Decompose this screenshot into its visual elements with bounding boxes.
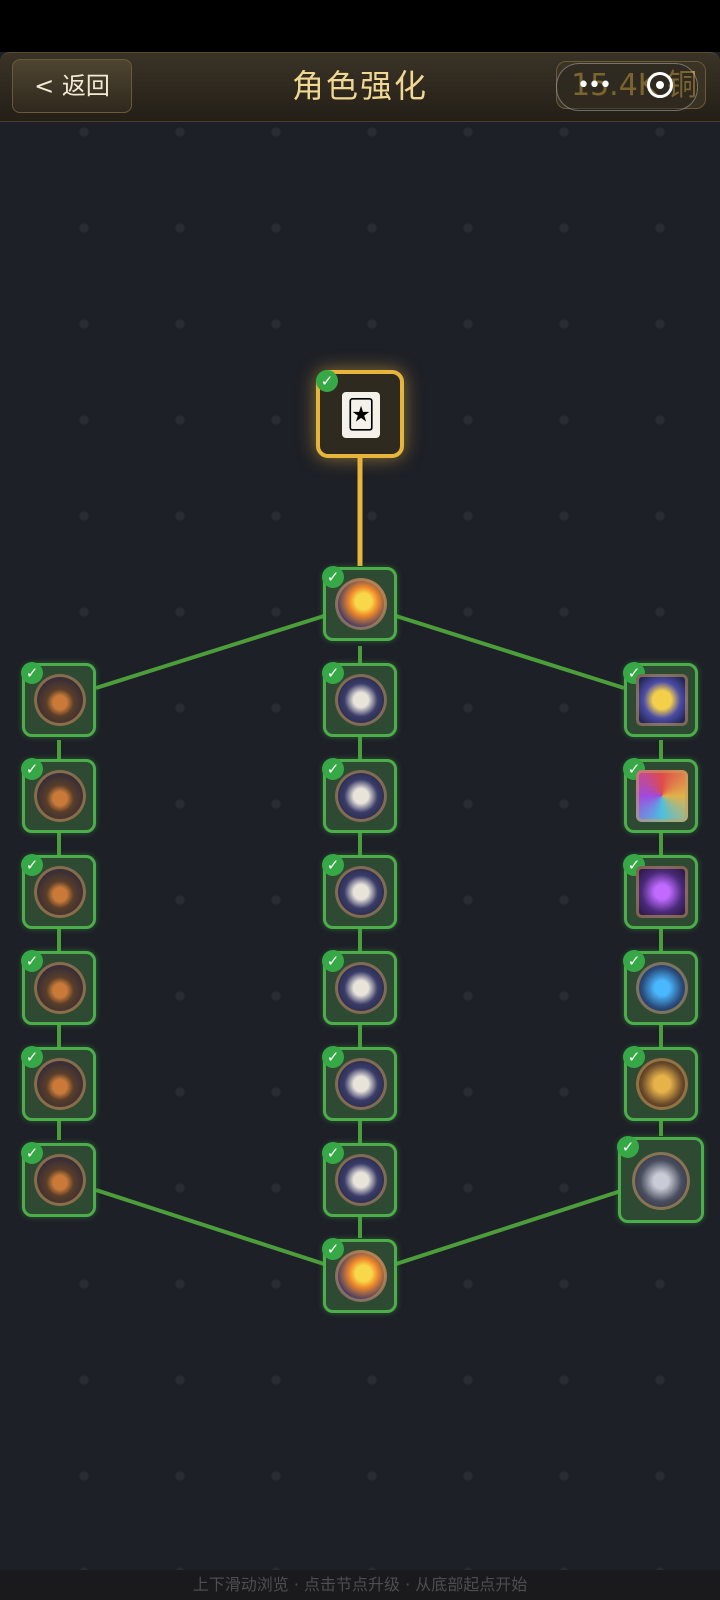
right-node-3[interactable]: ✓ (623, 854, 698, 929)
link-top-right (395, 614, 625, 690)
right-node-5[interactable]: ✓ (623, 1046, 698, 1121)
completed-check-icon: ✓ (316, 370, 338, 392)
completed-check-icon: ✓ (21, 950, 43, 972)
root-node[interactable]: ✓ 🃏 (316, 370, 404, 458)
bone-icon (335, 770, 387, 822)
bone-icon (335, 866, 387, 918)
top-hub-node[interactable]: ✓ (322, 566, 397, 641)
left-node-4[interactable]: ✓ (21, 950, 96, 1025)
middle-node-2[interactable]: ✓ (322, 758, 397, 833)
right-node-4[interactable]: ✓ (623, 950, 698, 1025)
left-node-2[interactable]: ✓ (21, 758, 96, 833)
completed-check-icon: ✓ (322, 1238, 344, 1260)
rocket-chest-icon (34, 770, 86, 822)
rocket-chest-icon (34, 962, 86, 1014)
completed-check-icon: ✓ (21, 1046, 43, 1068)
star-icon (335, 578, 387, 630)
left-node-6[interactable]: ✓ (21, 1142, 96, 1217)
completed-check-icon: ✓ (21, 854, 43, 876)
bone-icon (335, 962, 387, 1014)
left-node-3[interactable]: ✓ (21, 854, 96, 929)
rocket-chest-icon (34, 1058, 86, 1110)
completed-check-icon: ✓ (322, 950, 344, 972)
bone-icon (335, 674, 387, 726)
completed-check-icon: ✓ (617, 1136, 639, 1158)
right-node-1[interactable]: ✓ (623, 662, 698, 737)
link-bottom-right (395, 1188, 625, 1266)
purple-bone-icon (636, 866, 688, 918)
middle-node-5[interactable]: ✓ (322, 1046, 397, 1121)
middle-node-1[interactable]: ✓ (322, 662, 397, 737)
completed-check-icon: ✓ (21, 662, 43, 684)
completed-check-icon: ✓ (322, 566, 344, 588)
left-node-5[interactable]: ✓ (21, 1046, 96, 1121)
middle-node-6[interactable]: ✓ (322, 1142, 397, 1217)
rocket-chest-icon (34, 866, 86, 918)
crossed-bones-icon (632, 1152, 690, 1210)
right-node-2[interactable]: ✓ (623, 758, 698, 833)
rainbow-bone-icon (636, 770, 688, 822)
footer-hint: 上下滑动浏览 · 点击节点升级 · 从底部起点开始 (0, 1570, 720, 1600)
completed-check-icon: ✓ (21, 758, 43, 780)
star-icon (335, 1250, 387, 1302)
middle-node-4[interactable]: ✓ (322, 950, 397, 1025)
middle-node-3[interactable]: ✓ (322, 854, 397, 929)
completed-check-icon: ✓ (322, 758, 344, 780)
golden-bone-icon (636, 1058, 688, 1110)
completed-check-icon: ✓ (322, 1142, 344, 1164)
crown-icon (636, 674, 688, 726)
bottom-hub-node[interactable]: ✓ (322, 1238, 397, 1313)
rocket-chest-icon (34, 1154, 86, 1206)
completed-check-icon: ✓ (322, 1046, 344, 1068)
completed-check-icon: ✓ (322, 854, 344, 876)
completed-check-icon: ✓ (623, 950, 645, 972)
right-node-6[interactable]: ✓ (617, 1136, 704, 1223)
left-node-1[interactable]: ✓ (21, 662, 96, 737)
rocket-chest-icon (34, 674, 86, 726)
link-top-left (95, 614, 325, 690)
completed-check-icon: ✓ (623, 1046, 645, 1068)
bone-icon (335, 1058, 387, 1110)
jester-card-icon: 🃏 (342, 392, 380, 438)
completed-check-icon: ✓ (21, 1142, 43, 1164)
completed-check-icon: ✓ (322, 662, 344, 684)
bone-icon (335, 1154, 387, 1206)
link-bottom-left (95, 1188, 325, 1266)
blue-bone-icon (636, 962, 688, 1014)
